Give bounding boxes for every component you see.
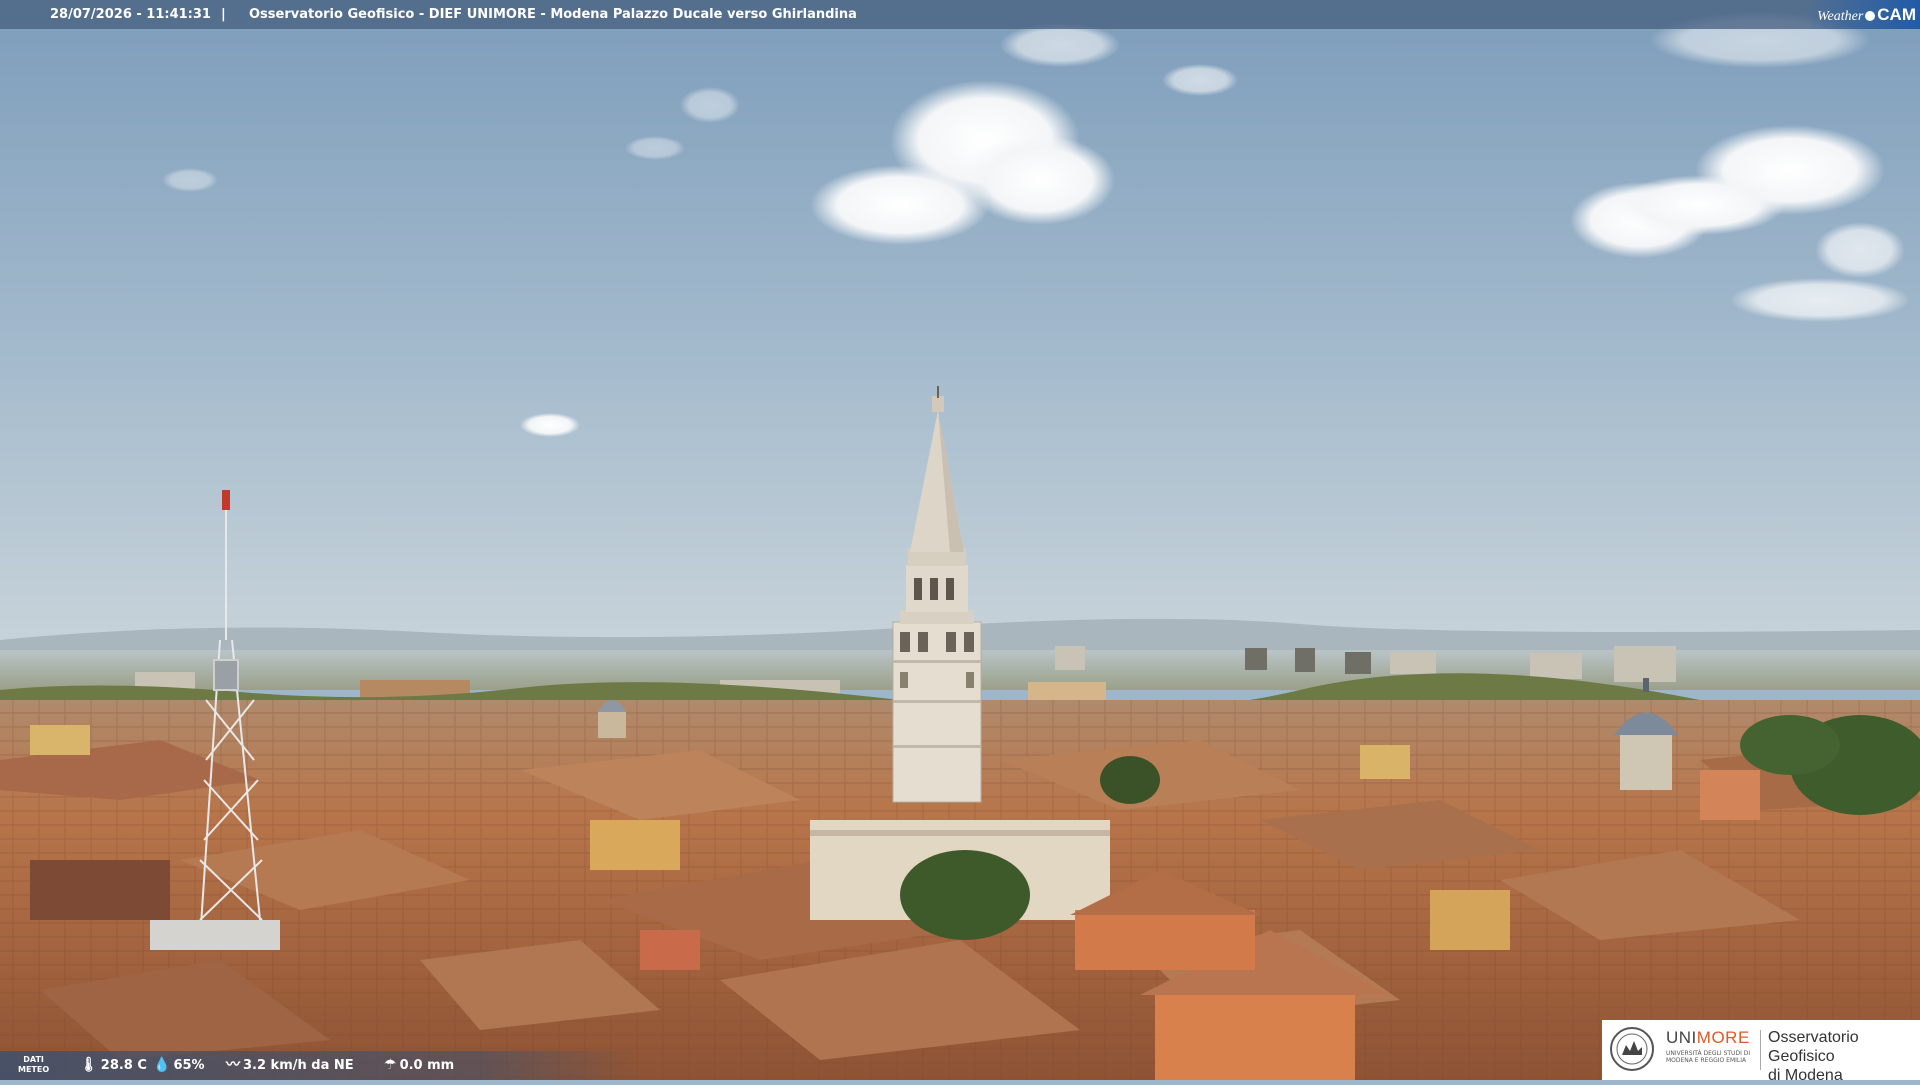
datetime-text: 28/07/2026 - 11:41:31 [50,7,211,22]
unimore-subtitle: UNIVERSITÀ DEGLI STUDI DI MODENA E REGGI… [1666,1050,1751,1064]
weathercam-logo: Weather CAM [1810,0,1920,29]
weathercam-dot-icon [1865,11,1876,21]
webcam-photo [0,0,1920,1080]
unimore-observatory-logo: UNIMORE UNIVERSITÀ DEGLI STUDI DI MODENA… [1602,1020,1920,1084]
observatory-name: Osservatorio Geofisico di Modena [1768,1029,1859,1084]
weathercam-logo-word2: CAM [1877,5,1916,24]
humidity-reading: 💧 65% [153,1057,205,1073]
thermometer-icon: 🌡 [80,1057,98,1073]
unimore-brand: UNIMORE [1666,1028,1750,1047]
unimore-seal-icon [1610,1027,1654,1071]
logo-divider [1760,1030,1761,1070]
rain-reading: ☂ 0.0 mm [384,1057,455,1073]
humidity-drop-icon: 💧 [153,1057,171,1073]
header-separator: | [221,7,226,22]
rain-icon: ☂ [384,1057,397,1073]
temperature-reading: 🌡 28.8 C [80,1057,147,1073]
camera-title: Osservatorio Geofisico - DIEF UNIMORE - … [249,7,857,22]
meteo-data-bar: DATI METEO 🌡 28.8 C 💧 65% 〰 3.2 km/h da NE … [0,1051,640,1080]
meteo-label: DATI METEO [18,1055,50,1074]
wind-reading: 〰 3.2 km/h da NE [226,1057,354,1073]
weathercam-logo-word1: Weather [1817,9,1864,24]
camera-header-bar: 28/07/2026 - 11:41:31 | Osservatorio Geo… [0,0,1920,29]
tree [900,850,1030,940]
wind-icon: 〰 [226,1057,240,1073]
